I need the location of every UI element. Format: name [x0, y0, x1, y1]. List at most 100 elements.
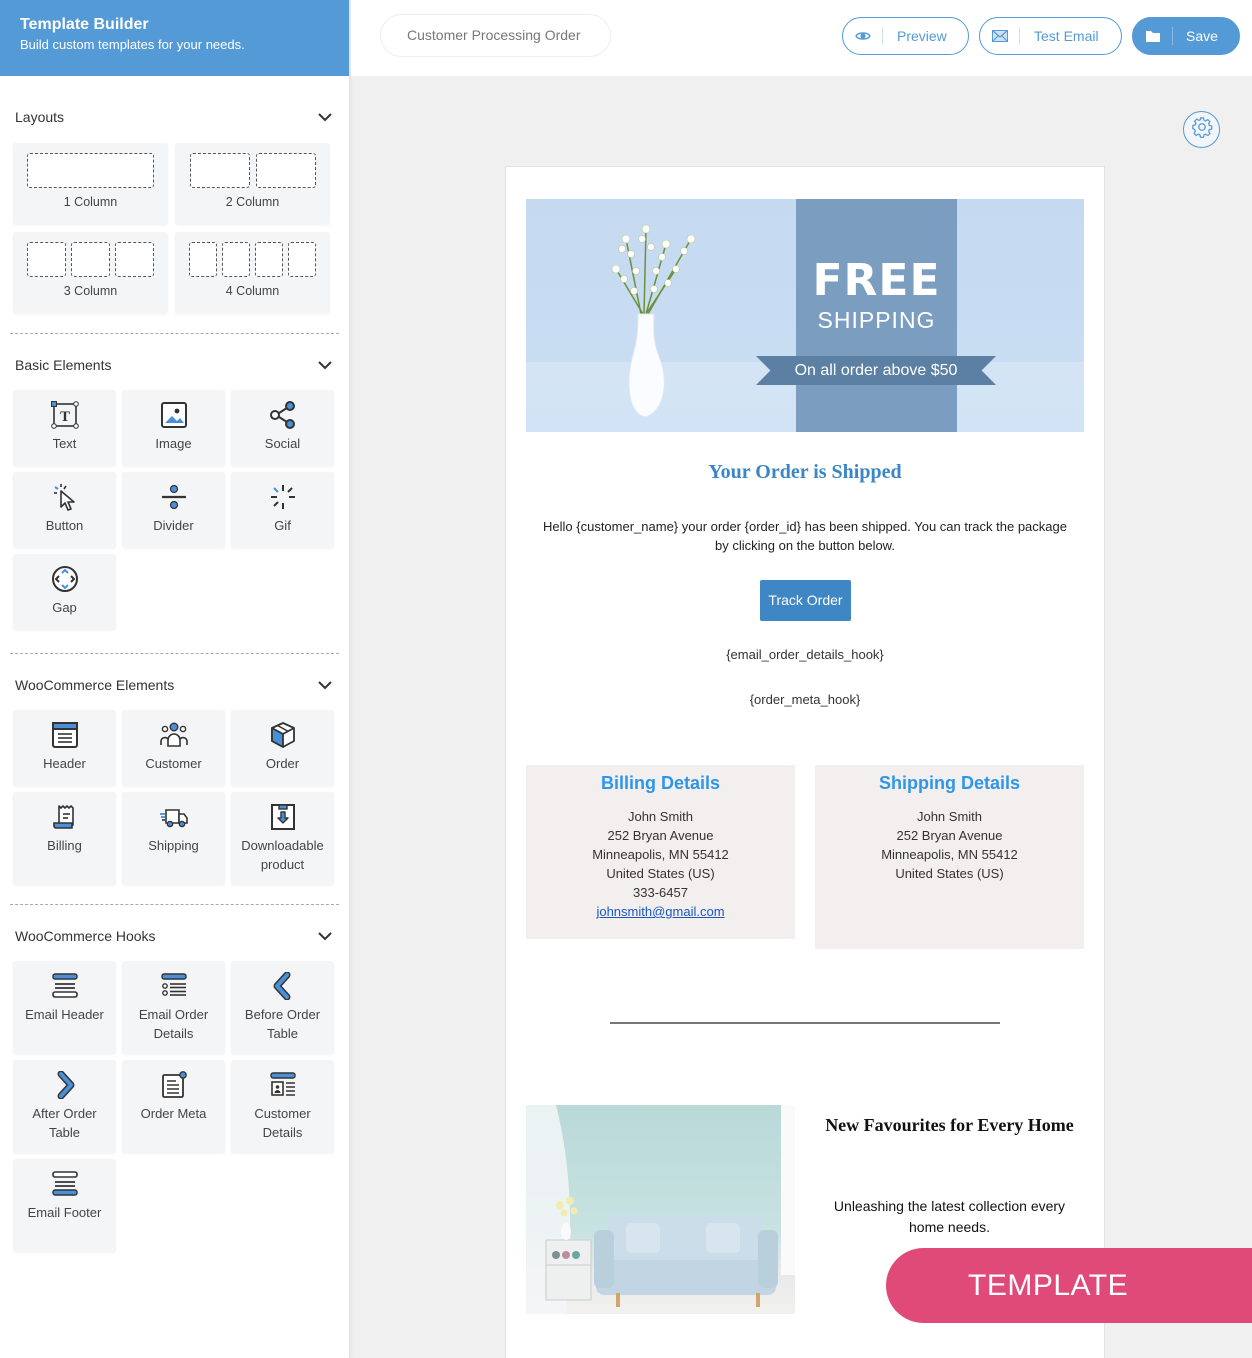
- element-divider[interactable]: Divider: [122, 472, 225, 548]
- loader-icon: [231, 482, 334, 512]
- header-icon: [13, 720, 116, 750]
- document-icon: [122, 1070, 225, 1100]
- hook-order-meta[interactable]: Order Meta: [122, 1060, 225, 1153]
- chevron-down-icon[interactable]: [317, 357, 333, 373]
- cursor-click-icon: [13, 482, 116, 512]
- layout-preview: [13, 242, 168, 277]
- element-text[interactable]: T Text: [13, 390, 116, 466]
- layout-3-column[interactable]: 3 Column: [13, 232, 168, 314]
- banner-subhead: SHIPPING: [817, 307, 936, 333]
- billing-title: Billing Details: [600, 773, 721, 793]
- hook-customer-details[interactable]: Customer Details: [231, 1060, 334, 1153]
- shipping-city: Minneapolis, MN 55412: [881, 847, 1018, 862]
- element-gif[interactable]: Gif: [231, 472, 334, 548]
- chevron-down-icon[interactable]: [317, 109, 333, 125]
- id-card-icon: [231, 1070, 334, 1100]
- element-label: Order: [265, 756, 300, 771]
- banner-ribbon: On all order above $50: [756, 356, 996, 385]
- brand-title: Template Builder: [20, 16, 149, 33]
- basic-elements-section: Basic Elements T Text Image Social Butto…: [0, 334, 349, 630]
- settings-button[interactable]: [1183, 111, 1220, 148]
- hook-email-footer[interactable]: Email Footer: [13, 1159, 116, 1252]
- hook-after-order-table[interactable]: After Order Table: [13, 1060, 116, 1153]
- element-image[interactable]: Image: [122, 390, 225, 466]
- element-label: Text: [52, 436, 77, 451]
- hook-label: Email Header: [25, 1007, 104, 1022]
- billing-details-block[interactable]: Billing Details John Smith 252 Bryan Ave…: [526, 765, 795, 939]
- template-name-field[interactable]: Customer Processing Order: [380, 14, 611, 57]
- element-label: Divider: [153, 518, 194, 533]
- chevron-left-icon: [231, 971, 334, 1001]
- list-icon: [122, 971, 225, 1001]
- email-body-text[interactable]: Hello {customer_name} your order {order_…: [536, 517, 1074, 555]
- chevron-down-icon[interactable]: [317, 928, 333, 944]
- element-shipping[interactable]: Shipping: [122, 792, 225, 885]
- divider-line[interactable]: [610, 1022, 1000, 1024]
- preview-button[interactable]: Preview: [842, 17, 969, 55]
- woo-elements-header[interactable]: WooCommerce Elements: [13, 673, 335, 697]
- save-button[interactable]: Save: [1132, 17, 1240, 55]
- basic-elements-header[interactable]: Basic Elements: [13, 353, 335, 377]
- box-icon: [231, 720, 334, 750]
- element-label: Gif: [274, 518, 291, 533]
- folder-icon: [1133, 27, 1173, 45]
- element-label: Customer: [145, 756, 202, 771]
- order-meta-hook[interactable]: {order_meta_hook}: [506, 692, 1104, 707]
- billing-city: Minneapolis, MN 55412: [592, 847, 729, 862]
- element-social[interactable]: Social: [231, 390, 334, 466]
- woo-hooks-title: WooCommerce Hooks: [15, 928, 156, 944]
- layouts-header[interactable]: Layouts: [13, 105, 335, 129]
- shipping-street: 252 Bryan Avenue: [896, 828, 1003, 843]
- promo-image[interactable]: [526, 1105, 795, 1314]
- hook-label: Email Order Details: [138, 1007, 209, 1041]
- promo-title[interactable]: New Favourites for Every Home: [815, 1111, 1084, 1139]
- hook-email-header[interactable]: Email Header: [13, 961, 116, 1054]
- layout-2-column[interactable]: 2 Column: [175, 143, 330, 225]
- woo-hooks-section: WooCommerce Hooks Email Header Email Ord…: [0, 905, 349, 1252]
- layouts-grid: 1 Column 2 Column 3 Column 4 Column: [13, 143, 335, 314]
- truck-icon: [122, 802, 225, 832]
- chevron-right-icon: [13, 1070, 116, 1100]
- basic-elements-title: Basic Elements: [15, 357, 112, 373]
- email-canvas: FREE SHIPPING On all order above $50 You…: [505, 166, 1105, 1358]
- layout-preview: [13, 153, 168, 188]
- track-order-button[interactable]: Track Order: [760, 580, 851, 621]
- layouts-section: Layouts 1 Column 2 Column 3 Column 4 Col…: [0, 76, 349, 314]
- save-label: Save: [1186, 28, 1218, 44]
- test-email-button[interactable]: Test Email: [979, 17, 1122, 55]
- eye-icon: [843, 27, 883, 45]
- vase-illustration: [611, 224, 696, 418]
- layout-4-column[interactable]: 4 Column: [175, 232, 330, 314]
- element-billing[interactable]: Billing: [13, 792, 116, 885]
- hook-label: Before Order Table: [244, 1007, 321, 1041]
- billing-email-link[interactable]: johnsmith@gmail.com: [526, 902, 795, 921]
- hook-email-order-details[interactable]: Email Order Details: [122, 961, 225, 1054]
- element-header[interactable]: Header: [13, 710, 116, 786]
- element-gap[interactable]: Gap: [13, 554, 116, 630]
- element-downloadable-product[interactable]: Downloadable product: [231, 792, 334, 885]
- layout-1-column[interactable]: 1 Column: [13, 143, 168, 225]
- image-icon: [122, 400, 225, 430]
- chevron-down-icon[interactable]: [317, 677, 333, 693]
- woo-hooks-header[interactable]: WooCommerce Hooks: [13, 924, 335, 948]
- banner-headline: FREE: [812, 255, 941, 306]
- share-icon: [231, 400, 334, 430]
- shipping-country: United States (US): [895, 866, 1004, 881]
- email-header-icon: [13, 971, 116, 1001]
- envelope-icon: [980, 27, 1020, 45]
- preview-label: Preview: [897, 28, 947, 44]
- shipping-details-block[interactable]: Shipping Details John Smith 252 Bryan Av…: [815, 765, 1084, 949]
- gap-icon: [13, 564, 116, 594]
- element-label: Shipping: [148, 838, 199, 853]
- element-customer[interactable]: Customer: [122, 710, 225, 786]
- promo-text[interactable]: Unleashing the latest collection every h…: [815, 1196, 1084, 1238]
- order-details-hook[interactable]: {email_order_details_hook}: [506, 647, 1104, 662]
- element-label: Downloadable product: [241, 838, 324, 872]
- email-title[interactable]: Your Order is Shipped: [506, 461, 1104, 484]
- gear-icon: [1191, 116, 1213, 143]
- element-order[interactable]: Order: [231, 710, 334, 786]
- element-label: Gap: [52, 600, 77, 615]
- hook-before-order-table[interactable]: Before Order Table: [231, 961, 334, 1054]
- element-button[interactable]: Button: [13, 472, 116, 548]
- banner-image[interactable]: FREE SHIPPING On all order above $50: [526, 199, 1084, 432]
